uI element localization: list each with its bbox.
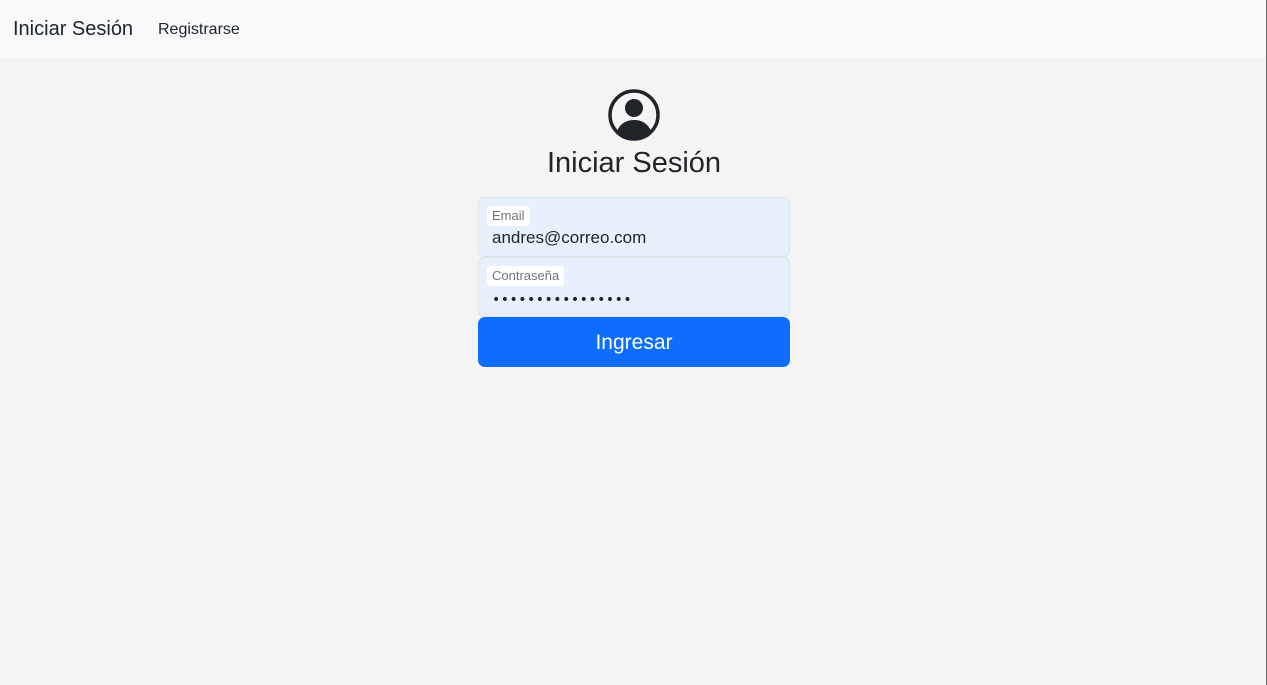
email-label: Email bbox=[487, 206, 530, 226]
nav-link-registrarse[interactable]: Registrarse bbox=[158, 20, 240, 40]
email-input[interactable] bbox=[492, 227, 782, 249]
navbar: Iniciar Sesión Registrarse bbox=[0, 0, 1267, 58]
navbar-brand[interactable]: Iniciar Sesión bbox=[13, 17, 133, 41]
password-label: Contraseña bbox=[487, 266, 565, 286]
ingresar-button[interactable]: Ingresar bbox=[478, 317, 790, 367]
password-input[interactable]: •••••••••••••••• bbox=[492, 289, 782, 311]
email-field[interactable]: Email bbox=[478, 197, 790, 257]
login-title: Iniciar Sesión bbox=[546, 147, 722, 179]
password-field[interactable]: Contraseña •••••••••••••••• bbox=[478, 257, 790, 317]
user-circle-icon bbox=[608, 89, 660, 141]
